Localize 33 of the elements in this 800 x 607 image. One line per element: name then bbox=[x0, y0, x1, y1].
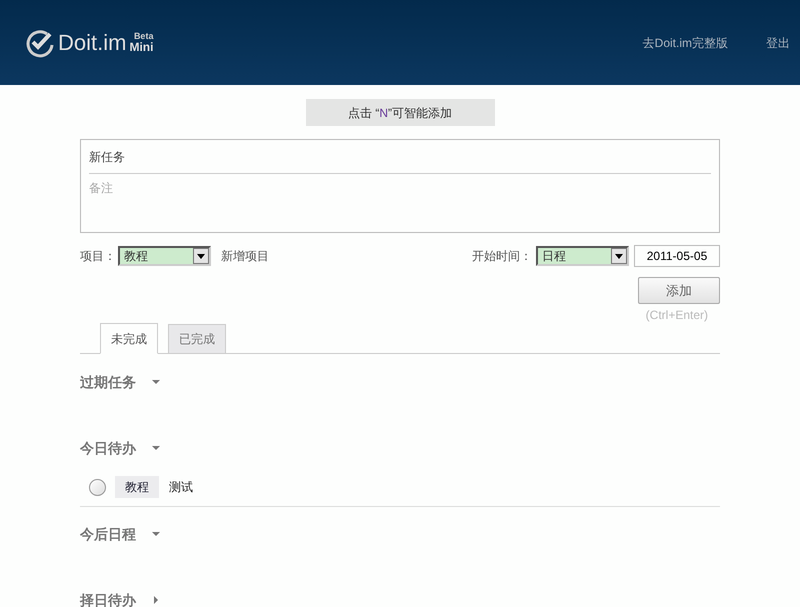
project-tag[interactable]: 教程 bbox=[115, 476, 159, 498]
new-task-field[interactable]: 新任务 备注 bbox=[80, 139, 720, 233]
caret-icon bbox=[615, 254, 623, 258]
tab[interactable]: 已完成 bbox=[168, 324, 226, 354]
checkmark-logo-icon bbox=[25, 28, 55, 58]
smart-add-hint: 点击 “N”可智能添加 bbox=[306, 99, 494, 126]
start-time-label: 开始时间： bbox=[472, 248, 532, 265]
caret-down-icon[interactable] bbox=[152, 530, 160, 538]
project-label: 项目： bbox=[80, 248, 116, 265]
section-heading: 择日待办 bbox=[80, 590, 136, 607]
task-title-field[interactable]: 新任务 bbox=[89, 140, 711, 174]
shortcut-hint: (Ctrl+Enter) bbox=[646, 307, 708, 324]
caret-down-icon[interactable] bbox=[152, 378, 160, 386]
caret-down-icon[interactable] bbox=[152, 444, 160, 452]
logo-text: Doit.im bbox=[58, 32, 126, 54]
date-field[interactable]: 2011-05-05 bbox=[634, 245, 720, 267]
start-time-select[interactable]: 日程 bbox=[536, 246, 629, 266]
header-link[interactable]: 登出 bbox=[766, 34, 790, 52]
task-checkbox[interactable] bbox=[89, 478, 106, 496]
project-select[interactable]: 教程 bbox=[118, 246, 211, 266]
header-link[interactable]: 去Doit.im完整版 bbox=[642, 34, 728, 52]
section-heading: 过期任务 bbox=[80, 372, 136, 392]
task-title[interactable]: 测试 bbox=[169, 478, 193, 496]
section-heading: 今后日程 bbox=[80, 524, 136, 544]
add-button[interactable]: 添加 bbox=[638, 277, 720, 304]
caret-icon bbox=[197, 254, 205, 258]
beta-label: Beta bbox=[134, 32, 154, 41]
tab[interactable]: 未完成 bbox=[100, 323, 158, 354]
note-field[interactable]: 备注 bbox=[89, 174, 711, 202]
caret-right-icon[interactable] bbox=[152, 596, 160, 604]
new-project-link[interactable]: 新增项目 bbox=[221, 247, 269, 265]
section-heading: 今日待办 bbox=[80, 438, 136, 458]
mini-label: Mini bbox=[129, 41, 154, 53]
